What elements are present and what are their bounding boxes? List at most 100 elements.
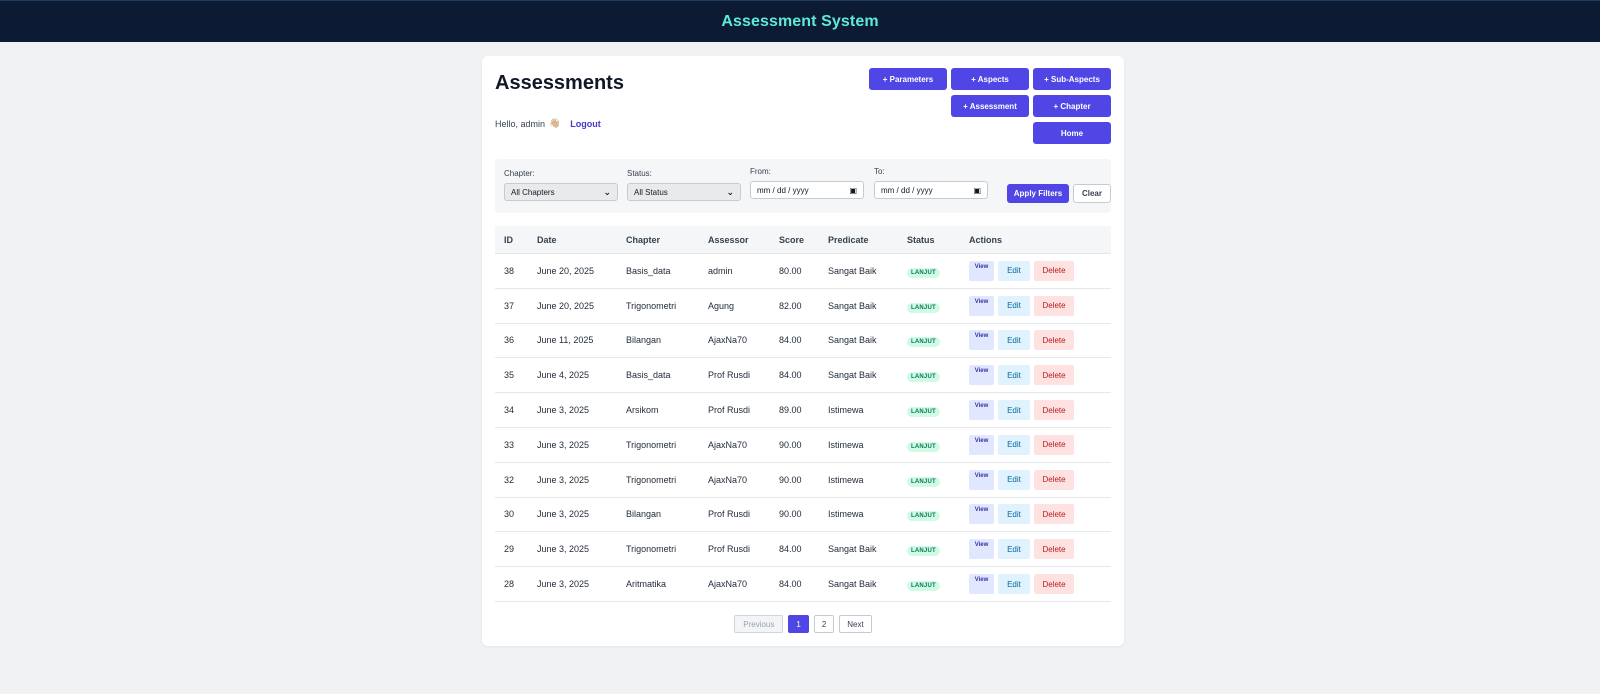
row-id: 38 — [504, 265, 515, 276]
delete-button[interactable]: Delete — [1034, 574, 1074, 595]
edit-button[interactable]: Edit — [998, 295, 1030, 316]
edit-button[interactable]: Edit — [998, 365, 1030, 386]
delete-button[interactable]: Delete — [1034, 504, 1074, 525]
delete-button[interactable]: Delete — [1034, 260, 1074, 281]
delete-button[interactable]: Delete — [1034, 330, 1074, 351]
action-buttons: + Parameters + Aspects + Sub-Aspects + A… — [869, 68, 1111, 144]
row-assessor: AjaxNa70 — [708, 474, 748, 485]
row-date: June 3, 2025 — [537, 579, 590, 590]
view-button[interactable]: View — [969, 539, 994, 560]
chapter-select[interactable]: All Chapters ⌄ — [504, 183, 618, 201]
row-id: 30 — [504, 509, 515, 520]
from-filter-label: From: — [750, 167, 771, 176]
row-date: June 20, 2025 — [537, 300, 595, 311]
delete-button[interactable]: Delete — [1034, 295, 1074, 316]
table-row: 34 June 3, 2025 Arsikom Prof Rusdi 89.00 Isti… — [495, 393, 1111, 428]
view-button[interactable]: View — [969, 504, 994, 525]
calendar-icon[interactable]: ▣ — [973, 186, 981, 195]
row-date: June 20, 2025 — [537, 265, 595, 276]
row-id: 29 — [504, 544, 515, 555]
add-parameters-button[interactable]: + Parameters — [869, 68, 947, 90]
greeting-text: Hello, admin — [495, 118, 546, 129]
status-cell: LANJUT — [907, 370, 940, 383]
edit-button[interactable]: Edit — [998, 434, 1030, 455]
row-score: 84.00 — [779, 579, 802, 590]
delete-button[interactable]: Delete — [1034, 434, 1074, 455]
edit-button[interactable]: Edit — [998, 330, 1030, 351]
row-actions: View Edit Delete — [969, 574, 1074, 595]
next-page-button[interactable]: Next — [839, 615, 872, 633]
row-id: 34 — [504, 405, 515, 416]
status-select[interactable]: All Status ⌄ — [627, 183, 741, 201]
previous-page-button[interactable]: Previous — [734, 615, 784, 633]
page-2-button[interactable]: 2 — [813, 615, 835, 633]
table-row: 37 June 20, 2025 Trigonometri Agung 82.00 San… — [495, 289, 1111, 324]
view-button[interactable]: View — [969, 574, 994, 595]
edit-button[interactable]: Edit — [998, 539, 1030, 560]
table-row: 29 June 3, 2025 Trigonometri Prof Rusdi 84.0… — [495, 532, 1111, 568]
row-predicate: Sangat Baik — [828, 300, 877, 311]
table-row: 35 June 4, 2025 Basis_data Prof Rusdi 84.00 S… — [495, 358, 1111, 394]
page-1-button[interactable]: 1 — [788, 615, 809, 633]
view-button[interactable]: View — [969, 365, 994, 386]
row-assessor: admin — [708, 265, 733, 276]
view-button[interactable]: View — [969, 330, 994, 351]
delete-button[interactable]: Delete — [1034, 539, 1074, 560]
view-button[interactable]: View — [969, 469, 994, 490]
row-date: June 3, 2025 — [537, 509, 590, 520]
chapter-select-value: All Chapters — [511, 187, 555, 197]
edit-button[interactable]: Edit — [998, 574, 1030, 595]
row-chapter: Bilangan — [626, 335, 662, 346]
edit-button[interactable]: Edit — [998, 400, 1030, 421]
table-row: 28 June 3, 2025 Aritmatika AjaxNa70 84.00 San… — [495, 567, 1111, 602]
delete-button[interactable]: Delete — [1034, 400, 1074, 421]
add-chapter-button[interactable]: + Chapter — [1033, 95, 1111, 117]
add-aspects-button[interactable]: + Aspects — [951, 68, 1029, 90]
view-button[interactable]: View — [969, 434, 994, 455]
add-subaspects-button[interactable]: + Sub-Aspects — [1033, 68, 1111, 90]
status-badge: LANJUT — [907, 441, 940, 452]
chevron-down-icon: ⌄ — [603, 186, 611, 197]
home-button[interactable]: Home — [1033, 122, 1111, 144]
row-assessor: Prof Rusdi — [708, 509, 751, 520]
pagination: Previous 1 2 Next — [482, 615, 1124, 633]
edit-button[interactable]: Edit — [998, 504, 1030, 525]
row-chapter: Trigonometri — [626, 300, 677, 311]
edit-button[interactable]: Edit — [998, 469, 1030, 490]
row-actions: View Edit Delete — [969, 504, 1074, 525]
status-cell: LANJUT — [907, 544, 940, 557]
status-cell: LANJUT — [907, 475, 940, 487]
logout-link[interactable]: Logout — [570, 119, 601, 129]
status-badge: LANJUT — [907, 546, 940, 557]
status-cell: LANJUT — [907, 335, 940, 348]
clear-filters-button[interactable]: Clear — [1073, 184, 1111, 203]
to-date-input[interactable]: mm / dd / yyyy ▣ — [874, 181, 988, 199]
row-predicate: Istimewa — [828, 439, 864, 450]
from-date-input[interactable]: mm / dd / yyyy ▣ — [750, 181, 864, 199]
row-date: June 11, 2025 — [537, 335, 594, 346]
row-score: 84.00 — [779, 544, 802, 555]
row-assessor: AjaxNa70 — [708, 579, 748, 590]
apply-filters-button[interactable]: Apply Filters — [1007, 184, 1069, 203]
table-row: 38 June 20, 2025 Basis_data admin 80.00 Sanga… — [495, 254, 1111, 289]
view-button[interactable]: View — [969, 260, 994, 281]
row-date: June 3, 2025 — [537, 544, 590, 555]
row-chapter: Trigonometri — [626, 474, 677, 485]
view-button[interactable]: View — [969, 400, 994, 421]
row-chapter: Arsikom — [626, 405, 659, 416]
delete-button[interactable]: Delete — [1034, 365, 1074, 386]
delete-button[interactable]: Delete — [1034, 469, 1074, 490]
row-score: 90.00 — [779, 509, 802, 520]
row-predicate: Istimewa — [828, 405, 864, 416]
status-cell: LANJUT — [907, 440, 940, 452]
view-button[interactable]: View — [969, 295, 994, 316]
row-score: 80.00 — [779, 265, 802, 276]
row-predicate: Sangat Baik — [828, 544, 877, 555]
from-filter: From: mm / dd / yyyy ▣ — [750, 167, 864, 199]
row-id: 28 — [504, 579, 515, 590]
calendar-icon[interactable]: ▣ — [849, 186, 857, 195]
add-assessment-button[interactable]: + Assessment — [951, 95, 1029, 117]
chevron-down-icon: ⌄ — [726, 186, 734, 197]
chapter-filter: Chapter: All Chapters ⌄ — [504, 169, 618, 201]
edit-button[interactable]: Edit — [998, 260, 1030, 281]
